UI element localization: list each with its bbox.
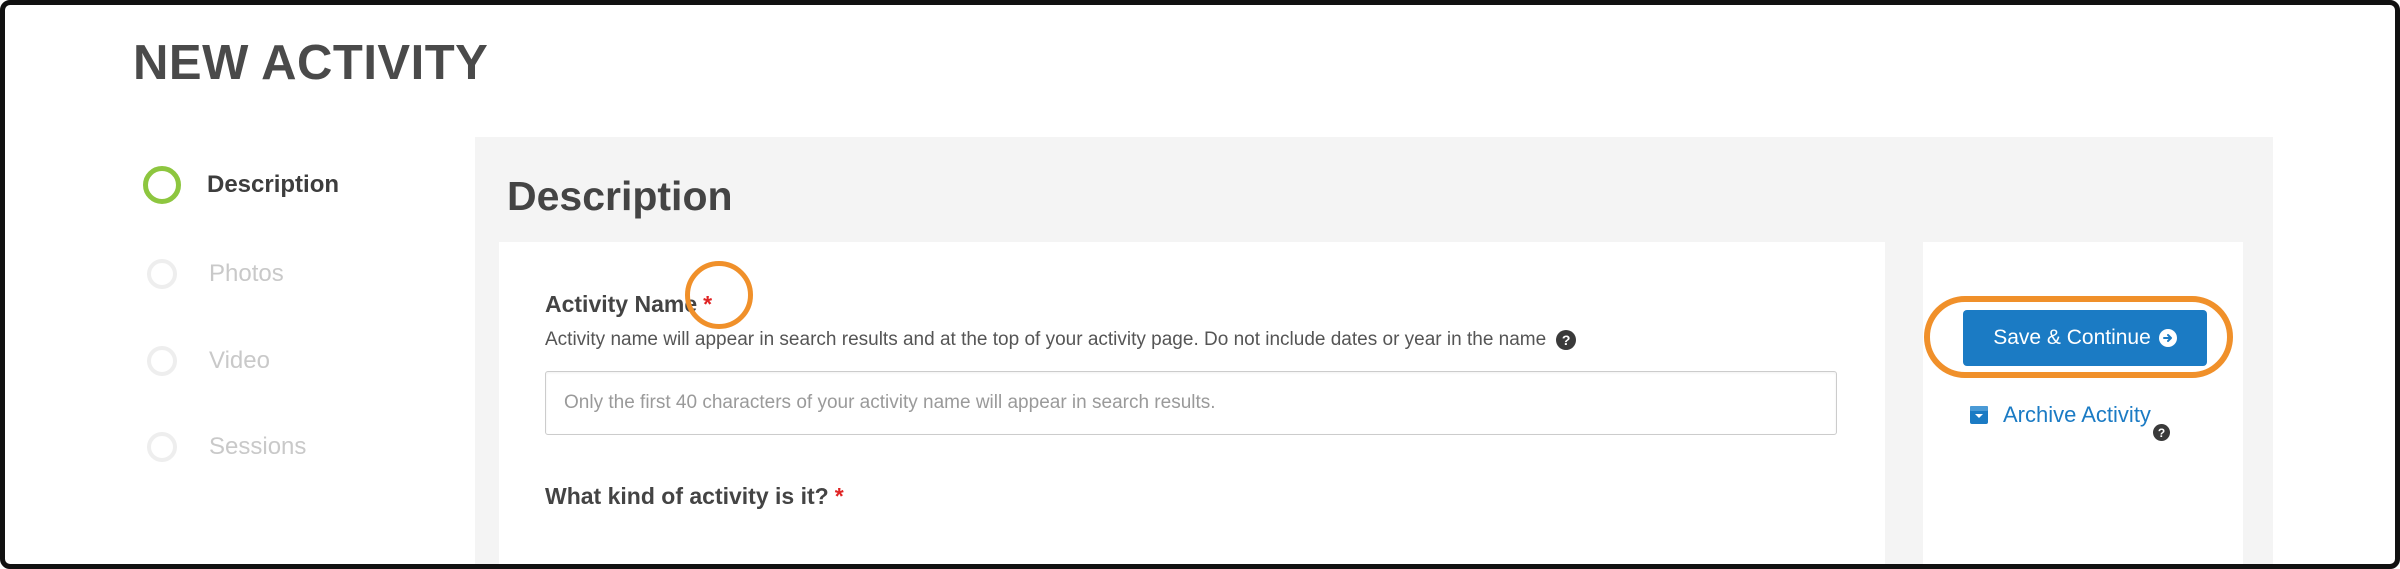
step-sessions[interactable]: Sessions <box>147 427 306 467</box>
activity-name-input[interactable] <box>545 371 1837 435</box>
required-mark: * <box>703 291 713 317</box>
step-circle-icon <box>147 432 177 462</box>
main-panel: Description Activity Name * Activity name… <box>475 137 2273 564</box>
step-photos[interactable]: Photos <box>147 254 284 294</box>
archive-activity-link[interactable]: Archive Activity <box>1969 402 2151 428</box>
activity-name-label-text: Activity Name <box>545 291 698 317</box>
archive-box-icon <box>1969 405 1989 425</box>
step-video[interactable]: Video <box>147 341 270 381</box>
activity-kind-label: What kind of activity is it? * <box>545 482 844 510</box>
action-card: Save & Continue Archive Activity ? <box>1923 242 2243 564</box>
activity-name-help-text: Activity name will appear in search resu… <box>545 329 1547 350</box>
step-description[interactable]: Description <box>143 165 340 205</box>
page-title: NEW ACTIVITY <box>133 36 489 90</box>
activity-name-help: Activity name will appear in search resu… <box>545 328 1577 352</box>
step-label: Sessions <box>209 433 307 460</box>
save-continue-button[interactable]: Save & Continue <box>1963 310 2207 366</box>
question-circle-icon[interactable]: ? <box>2153 424 2170 441</box>
step-label: Video <box>209 347 270 374</box>
step-sidebar: Description Photos Video Sessions <box>133 137 473 564</box>
description-form: Activity Name * Activity name will appear… <box>499 242 1885 564</box>
app-window: NEW ACTIVITY Description Photos Video Se… <box>0 0 2400 569</box>
save-continue-label: Save & Continue <box>1993 326 2151 349</box>
step-circle-icon <box>147 259 177 289</box>
arrow-circle-right-icon <box>2158 329 2177 347</box>
activity-name-label: Activity Name * <box>545 290 712 318</box>
step-label: Photos <box>209 260 284 287</box>
step-circle-icon <box>147 346 177 376</box>
question-circle-icon[interactable]: ? <box>1556 330 1577 350</box>
step-active-circle-icon <box>143 166 181 204</box>
archive-activity-label: Archive Activity <box>2003 402 2151 427</box>
required-mark: * <box>834 483 844 509</box>
step-label: Description <box>207 171 340 198</box>
section-title: Description <box>507 173 733 219</box>
activity-kind-label-text: What kind of activity is it? <box>545 483 829 509</box>
